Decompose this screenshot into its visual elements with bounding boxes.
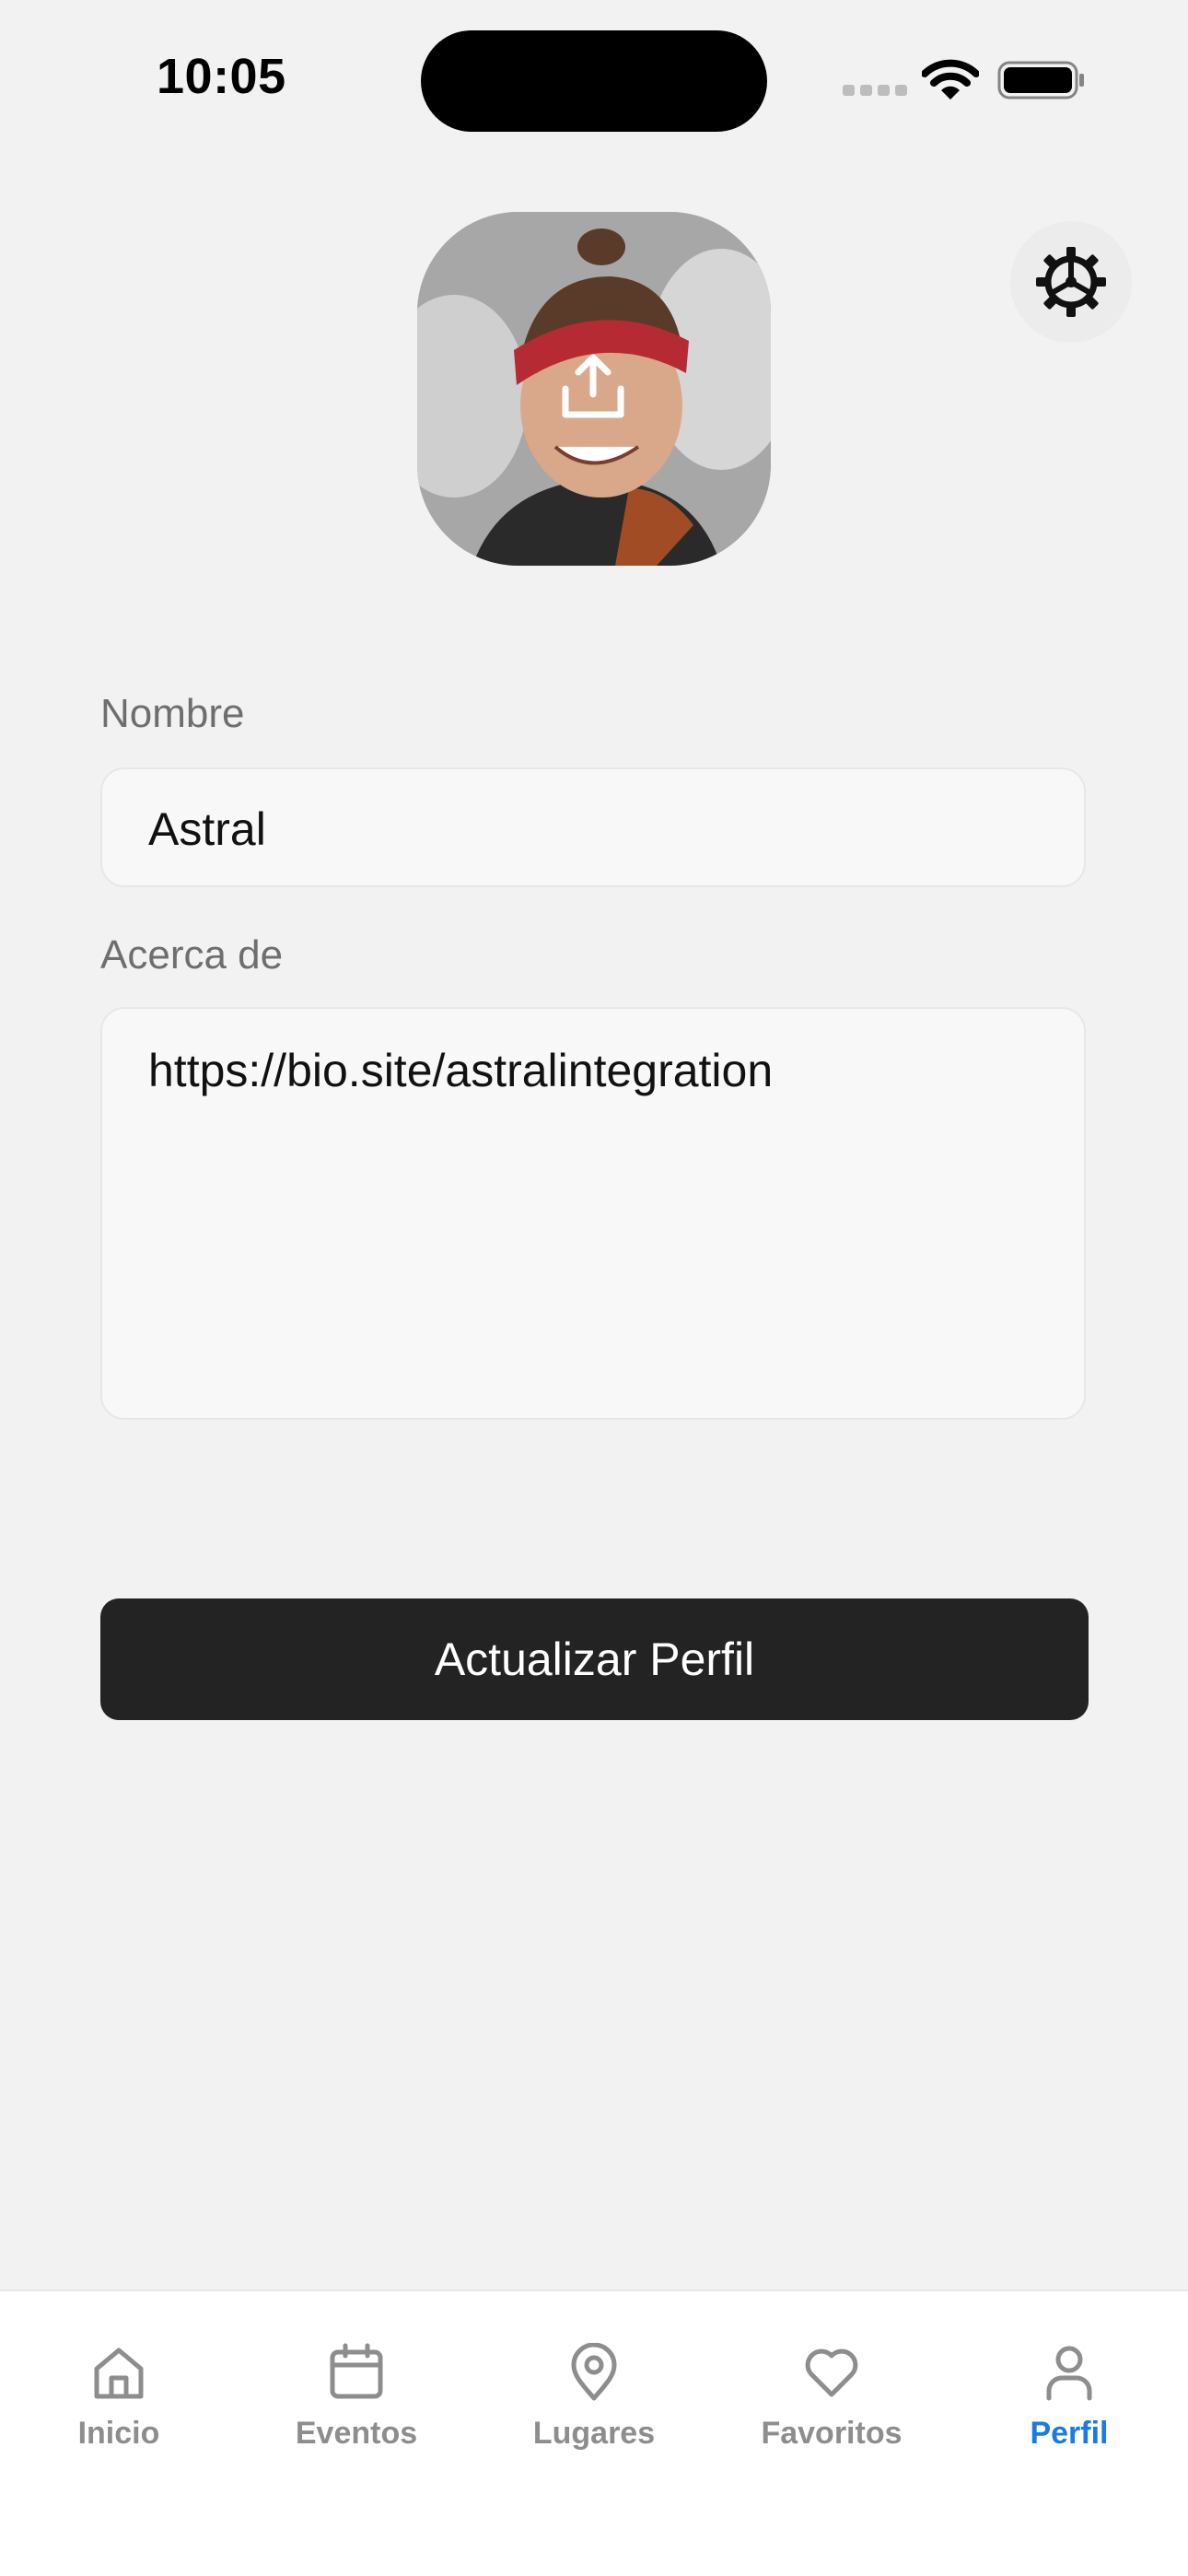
name-input[interactable]: Astral [100, 767, 1086, 887]
person-icon [1046, 2346, 1092, 2401]
profile-avatar[interactable] [417, 212, 771, 566]
tab-favoritos[interactable]: Favoritos [713, 2291, 950, 2476]
gear-icon [1036, 247, 1106, 317]
wifi-icon [922, 59, 979, 100]
dynamic-island [421, 30, 767, 132]
tab-perfil[interactable]: Perfil [950, 2291, 1188, 2476]
tab-label: Lugares [532, 2416, 656, 2451]
tab-bar: Inicio Eventos Lugares Favoritos Perfil [0, 2289, 1188, 2576]
update-profile-button[interactable]: Actualizar Perfil [100, 1598, 1089, 1720]
settings-button[interactable] [1010, 221, 1132, 343]
status-bar: 10:05 [0, 0, 1188, 147]
heart-icon [805, 2348, 858, 2397]
tab-label: Favoritos [761, 2416, 903, 2451]
tab-label: Perfil [1030, 2416, 1109, 2451]
tab-eventos[interactable]: Eventos [238, 2291, 475, 2476]
tab-label: Eventos [295, 2416, 418, 2451]
cellular-signal-icon [843, 85, 907, 98]
bio-label: Acerca de [100, 932, 284, 978]
tab-label: Inicio [77, 2416, 160, 2451]
tab-inicio[interactable]: Inicio [0, 2291, 238, 2476]
name-label: Nombre [100, 691, 245, 736]
bio-textarea[interactable]: https://bio.site/astralintegration [100, 1007, 1086, 1420]
update-profile-button-label: Actualizar Perfil [434, 1633, 755, 1685]
upload-icon[interactable] [556, 350, 630, 424]
tab-lugares[interactable]: Lugares [475, 2291, 713, 2476]
home-icon [94, 2348, 144, 2399]
battery-icon [997, 61, 1084, 100]
status-time: 10:05 [157, 49, 286, 104]
calendar-icon [330, 2343, 383, 2399]
map-pin-icon [571, 2343, 617, 2401]
